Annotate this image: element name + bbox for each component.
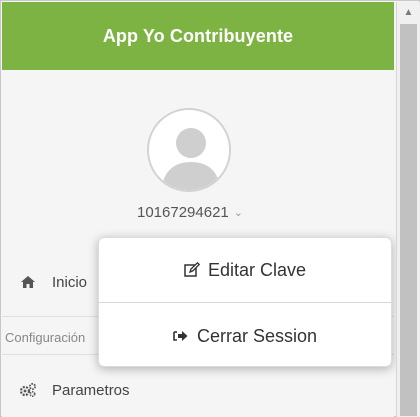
user-id-label: 10167294621 [137,204,229,221]
home-icon [18,275,38,289]
app-header: App Yo Contribuyente [2,2,394,70]
app-window: App Yo Contribuyente 10167294621 ⌄ Inicio… [0,0,420,417]
menu-item-editar-clave[interactable]: Editar Clave [99,238,391,302]
scroll-up-arrow-icon[interactable]: ▲ [397,2,420,22]
sidebar-item-parametros[interactable]: Parametros [2,369,394,411]
sign-out-icon [173,329,189,343]
user-silhouette-icon [149,110,229,190]
user-dropdown-menu: Editar Clave Cerrar Session [98,237,392,367]
edit-icon [184,262,200,278]
app-title: App Yo Contribuyente [102,25,294,46]
scrollbar-thumb[interactable] [400,24,417,416]
vertical-scrollbar[interactable]: ▲ [396,2,420,417]
sidebar-item-inicio-label: Inicio [52,273,88,291]
gears-icon [18,382,38,398]
chevron-down-icon: ⌄ [233,207,243,219]
user-id-toggle[interactable]: 10167294621 ⌄ [100,204,280,221]
menu-item-cerrar-session[interactable]: Cerrar Session [99,304,391,368]
menu-item-cerrar-session-label: Cerrar Session [196,325,318,346]
user-avatar[interactable] [147,108,231,192]
menu-divider [99,302,391,303]
menu-item-editar-clave-label: Editar Clave [207,259,307,280]
sidebar-item-parametros-label: Parametros [52,381,130,399]
section-configuracion-label: Configuración [5,329,86,345]
